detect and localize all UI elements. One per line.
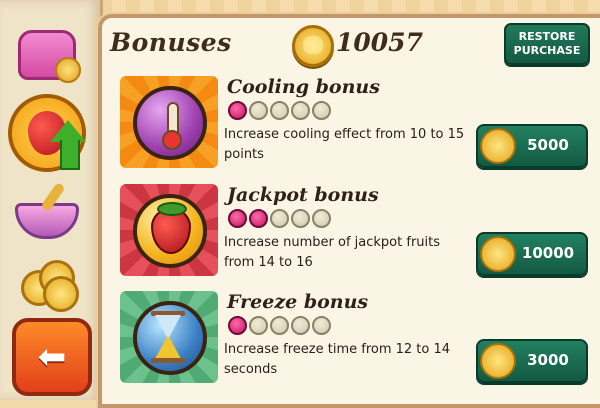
sidebar-item-bowl[interactable]: [14, 181, 80, 254]
level-dot-empty: [270, 209, 289, 228]
price-label: 5000: [527, 136, 569, 154]
level-dot-empty: [312, 316, 331, 335]
coins-icon: [17, 258, 79, 312]
bonuses-panel: Bonuses 10057 RESTORE PURCHASE Cooling b…: [98, 14, 600, 408]
level-dot-empty: [249, 101, 268, 120]
strawberry-leaf: [157, 202, 187, 216]
level-dot-filled: [228, 316, 247, 335]
coin-icon: [292, 25, 334, 67]
price-label: 3000: [527, 351, 569, 369]
bonus-tile: [120, 291, 218, 383]
bonus-name: Freeze bonus: [227, 291, 369, 313]
level-indicator: [228, 101, 331, 120]
hourglass-top: [155, 315, 181, 337]
bonus-name: Jackpot bonus: [227, 184, 379, 206]
level-dot-empty: [270, 316, 289, 335]
coin-icon: [480, 128, 516, 164]
thermometer-bulb: [162, 130, 182, 150]
level-dot-filled: [249, 209, 268, 228]
bowl-spoon-icon: [15, 181, 79, 239]
page-title: Bonuses: [110, 28, 232, 57]
level-dot-empty: [312, 101, 331, 120]
back-button[interactable]: ⬅: [12, 318, 92, 396]
level-dot-filled: [228, 101, 247, 120]
hourglass-icon: [133, 301, 207, 375]
coin-balance: 10057: [336, 28, 423, 57]
sidebar-item-jelly[interactable]: [14, 22, 81, 88]
buy-button[interactable]: 5000: [476, 124, 588, 168]
level-indicator: [228, 209, 331, 228]
bonus-row-jackpot: Jackpot bonus Increase number of jackpot…: [120, 184, 588, 276]
bonus-tile: [120, 76, 218, 168]
sidebar-item-coins[interactable]: [14, 250, 80, 316]
hourglass-cap: [151, 358, 185, 363]
level-dot-empty: [291, 316, 310, 335]
thermometer-icon: [133, 86, 207, 160]
spoon-icon: [40, 181, 66, 213]
buy-button[interactable]: 10000: [476, 232, 588, 276]
buy-button[interactable]: 3000: [476, 339, 588, 383]
hourglass-bottom: [155, 337, 181, 359]
strawberry-icon: [133, 194, 207, 268]
level-dot-filled: [228, 209, 247, 228]
ribbon-medal-icon: [55, 57, 81, 83]
bonus-row-freeze: Freeze bonus Increase freeze time from 1…: [120, 291, 588, 383]
upgrade-arrow-stem: [60, 140, 80, 170]
coin-icon: [43, 276, 79, 312]
bonus-tile: [120, 184, 218, 276]
bonus-row-cooling: Cooling bonus Increase cooling effect fr…: [120, 76, 588, 168]
jelly-trophy-icon: [18, 30, 81, 83]
level-dot-empty: [312, 209, 331, 228]
level-dot-empty: [291, 209, 310, 228]
restore-purchase-button[interactable]: RESTORE PURCHASE: [504, 23, 590, 65]
coin-icon: [480, 343, 516, 379]
bonus-description: Increase number of jackpot fruits from 1…: [224, 235, 441, 270]
level-indicator: [228, 316, 331, 335]
sidebar: ⬅: [0, 0, 103, 400]
level-dot-empty: [291, 101, 310, 120]
level-dot-empty: [249, 316, 268, 335]
level-dot-empty: [270, 101, 289, 120]
bonus-description: Increase freeze time from 12 to 14 secon…: [224, 342, 451, 377]
bonus-name: Cooling bonus: [227, 76, 380, 98]
coin-icon: [480, 236, 516, 272]
upgrade-arrow-icon: [50, 120, 86, 142]
price-label: 10000: [521, 244, 575, 262]
panel-header: Bonuses 10057 RESTORE PURCHASE: [102, 18, 600, 67]
bonus-description: Increase cooling effect from 10 to 15 po…: [224, 127, 465, 162]
back-arrow-icon: ⬅: [37, 337, 67, 377]
